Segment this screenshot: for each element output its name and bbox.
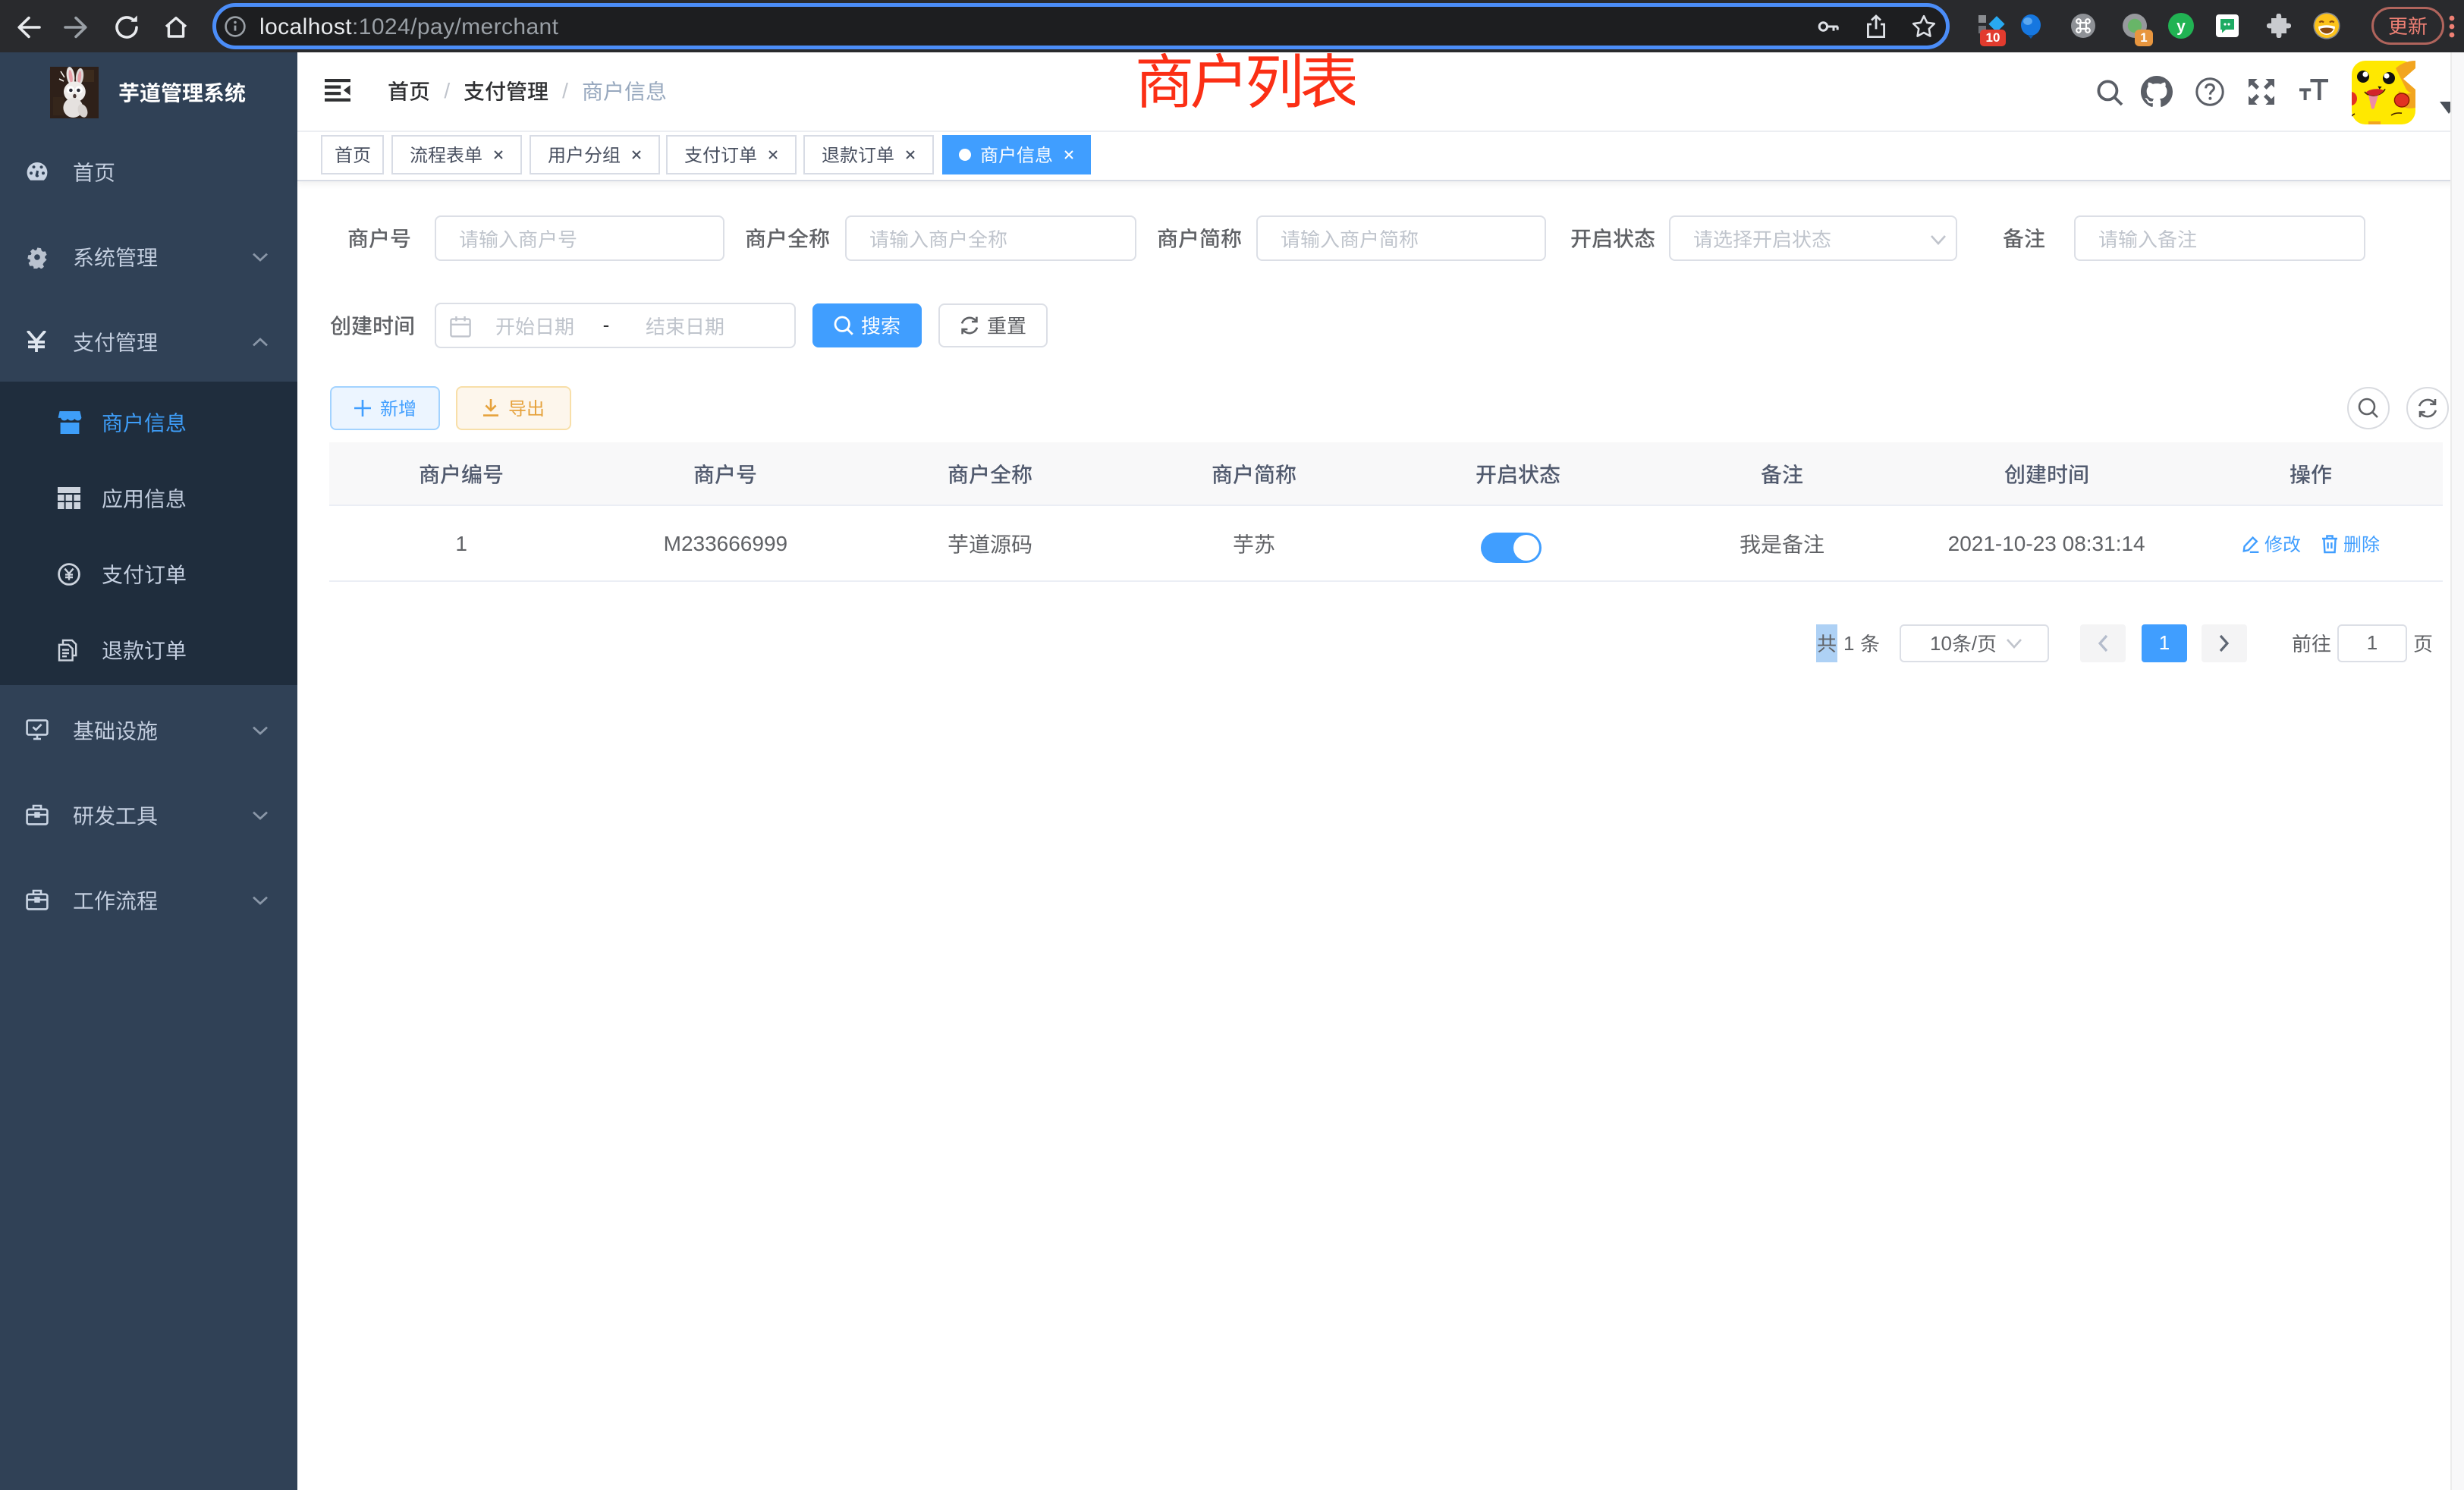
svg-text:y: y — [2176, 17, 2186, 35]
